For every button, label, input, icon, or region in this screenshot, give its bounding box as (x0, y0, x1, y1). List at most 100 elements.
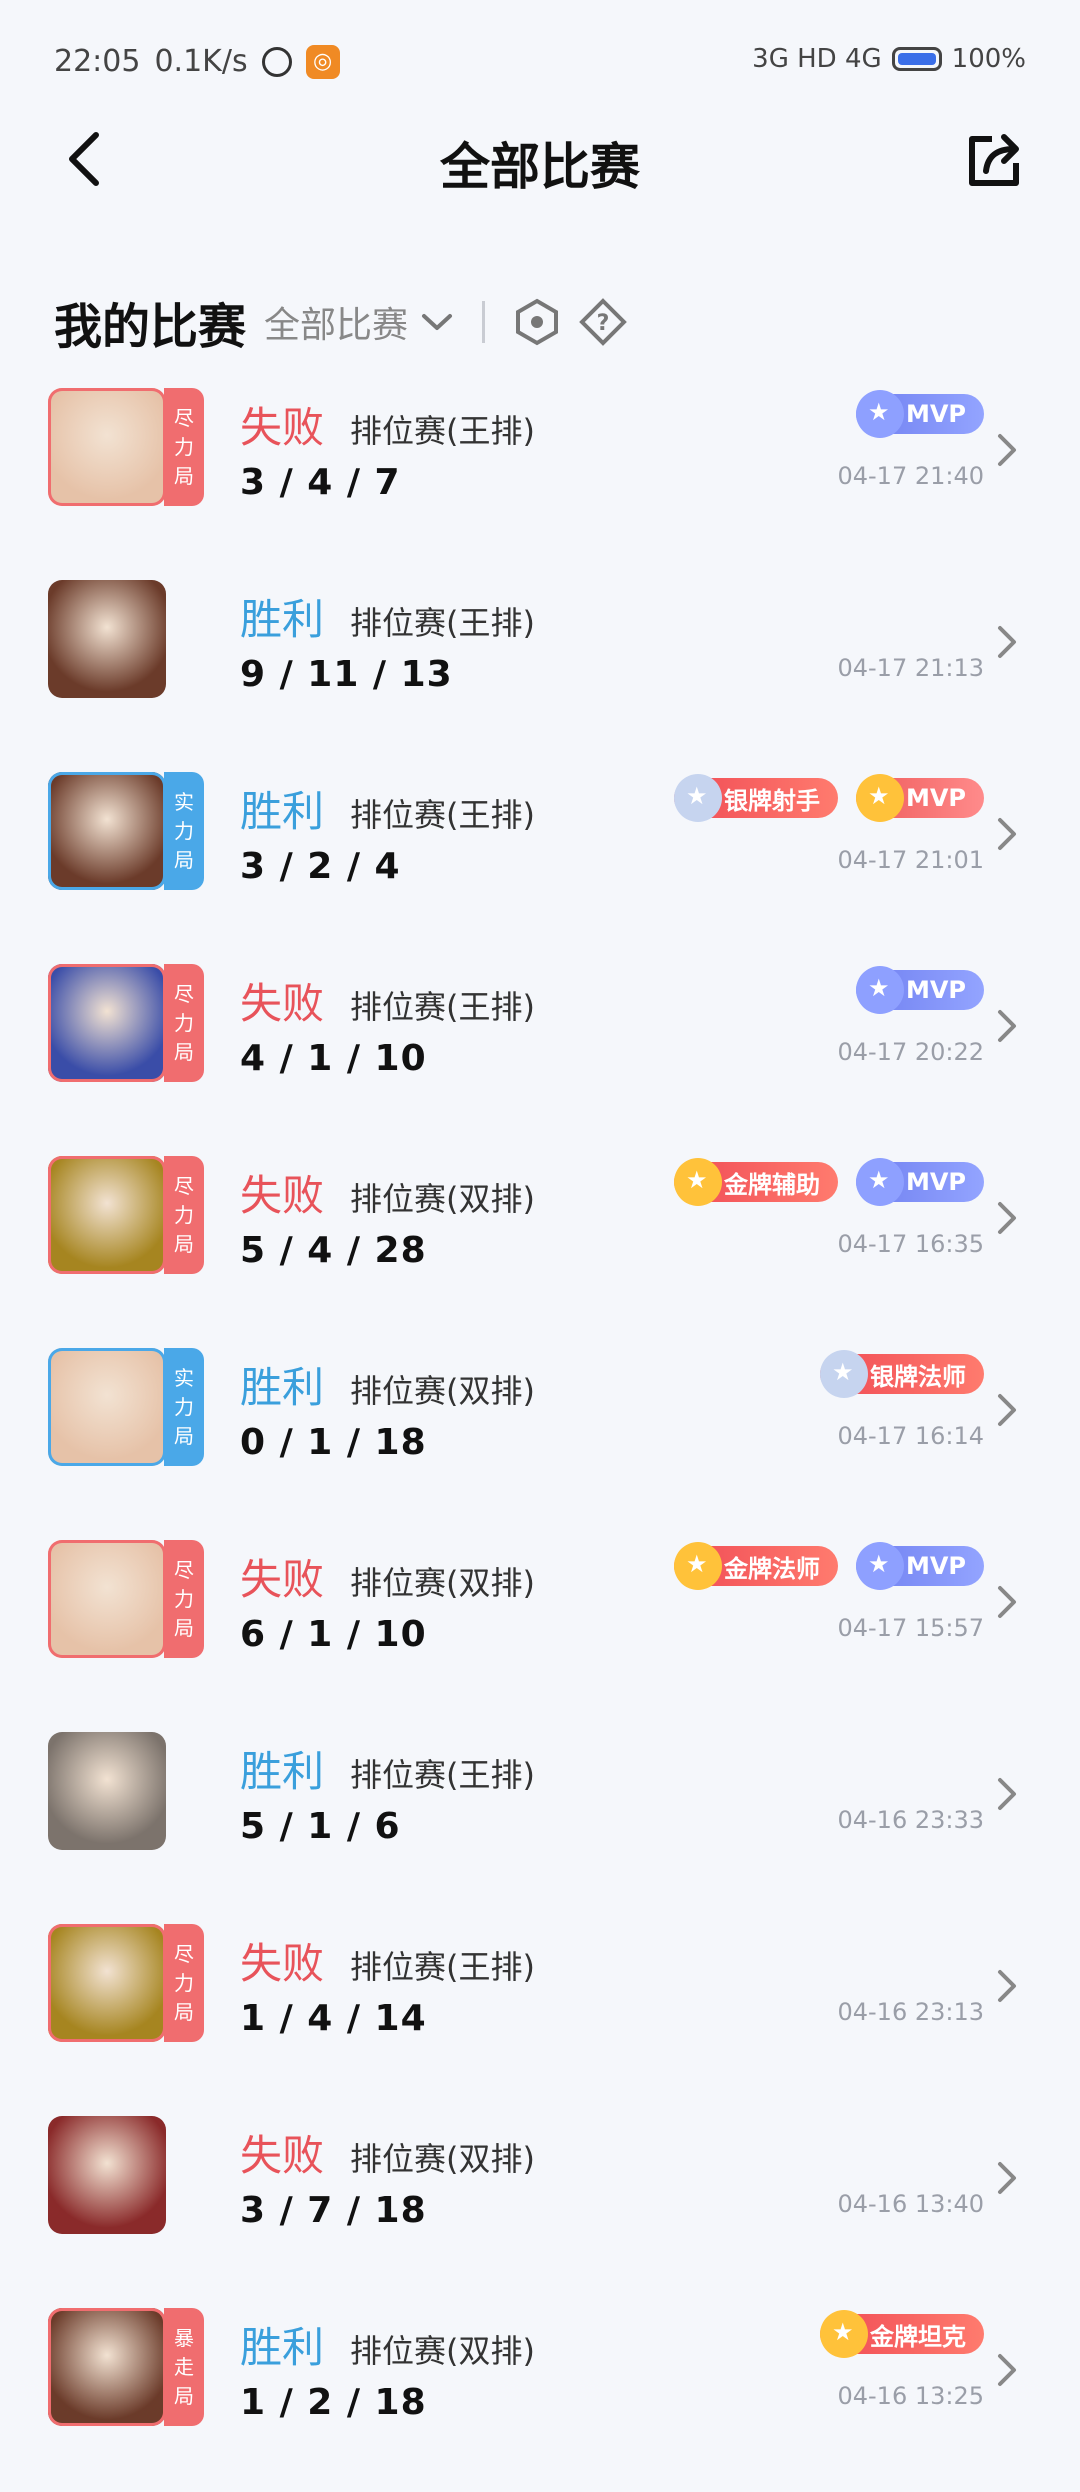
battery-icon (891, 47, 942, 71)
match-tag: 尽力局 (164, 1540, 204, 1658)
match-result: 失败 (240, 403, 325, 452)
match-tag-char: 局 (174, 463, 194, 488)
match-kda: 3 / 2 / 4 (240, 846, 401, 887)
badge-label: MVP (905, 400, 966, 428)
hexagon-icon[interactable] (513, 298, 561, 346)
chevron-right-icon (998, 626, 1016, 658)
filter-bar: 我的比赛 全部比赛 ? (54, 282, 627, 362)
chevron-right-icon (998, 2162, 1016, 2194)
medal-badge: ★ 金牌辅助 (673, 1158, 838, 1206)
match-mode: 排位赛(王排) (350, 796, 535, 834)
chevron-right-icon (998, 1778, 1016, 1810)
chevron-right-icon (998, 1010, 1016, 1042)
match-tag-char: 局 (174, 1231, 194, 1256)
match-mode: 排位赛(王排) (350, 604, 535, 642)
match-result: 失败 (240, 979, 325, 1028)
match-kda: 1 / 4 / 14 (240, 1998, 427, 2039)
match-kda: 3 / 7 / 18 (240, 2190, 427, 2231)
match-result: 胜利 (240, 1363, 325, 1412)
page-title: 全部比赛 (440, 138, 640, 196)
status-bar: 22:05 0.1K/s ◎ 3G HD 4G 100% (0, 0, 1080, 120)
match-result: 胜利 (240, 2323, 325, 2372)
chevron-right-icon (998, 818, 1016, 850)
match-time: 04-17 20:22 (837, 1038, 984, 1066)
match-tag-char: 力 (174, 1586, 194, 1611)
match-list: 尽力局失败 排位赛(王排) 3 / 4 / 7 ★ MVP 04-17 21:40 胜利 排位… (0, 380, 1080, 2492)
match-mode: 排位赛(双排) (350, 1564, 535, 1602)
badge-label: 银牌法师 (870, 1362, 966, 1391)
share-button[interactable] (962, 129, 1026, 193)
match-result: 胜利 (240, 787, 325, 836)
hero-avatar (48, 1540, 166, 1658)
match-tag-char: 暴 (174, 2325, 194, 2350)
filter-title: 我的比赛 (54, 299, 247, 355)
match-row[interactable]: 尽力局失败 排位赛(王排) 1 / 4 / 14 04-16 23:13 (0, 1916, 1080, 2108)
hero-avatar (48, 964, 166, 1082)
match-kda: 5 / 1 / 6 (240, 1806, 401, 1847)
match-row[interactable]: 实力局胜利 排位赛(双排) 0 / 1 / 18 ★ 银牌法师 04-17 16:14 (0, 1340, 1080, 1532)
match-mode: 排位赛(王排) (350, 1756, 535, 1794)
match-time: 04-17 15:57 (837, 1614, 984, 1642)
status-right: 3G HD 4G 100% (752, 44, 1026, 74)
status-left: 22:05 0.1K/s ◎ (54, 44, 340, 79)
badge-label: MVP (905, 1168, 966, 1196)
match-time: 04-17 21:40 (837, 462, 984, 490)
status-speed: 0.1K/s (154, 44, 248, 79)
match-tag-char: 尽 (174, 1941, 194, 1966)
match-kda: 3 / 4 / 7 (240, 462, 401, 503)
match-row[interactable]: 暴走局胜利 排位赛(双排) 1 / 2 / 18 ★ 金牌坦克 04-16 13:25 (0, 2300, 1080, 2492)
match-time: 04-16 13:25 (837, 2382, 984, 2410)
match-tag-char: 局 (174, 847, 194, 872)
match-row[interactable]: 尽力局失败 排位赛(双排) 6 / 1 / 10 ★ 金牌法师 ★ MVP 04-17 15:… (0, 1532, 1080, 1724)
help-diamond-icon[interactable]: ? (579, 298, 627, 346)
match-result: 失败 (240, 1939, 325, 1988)
star-icon: ★ (867, 1550, 890, 1578)
match-tag: 尽力局 (164, 1924, 204, 2042)
match-tag: 实力局 (164, 1348, 204, 1466)
match-row[interactable]: 失败 排位赛(双排) 3 / 7 / 18 04-16 13:40 (0, 2108, 1080, 2300)
star-icon: ★ (685, 1550, 708, 1578)
match-tag-char: 实 (174, 1365, 194, 1390)
match-row[interactable]: 尽力局失败 排位赛(双排) 5 / 4 / 28 ★ 金牌辅助 ★ MVP 04-17 16:… (0, 1148, 1080, 1340)
match-row[interactable]: 尽力局失败 排位赛(王排) 3 / 4 / 7 ★ MVP 04-17 21:40 (0, 380, 1080, 572)
match-row[interactable]: 胜利 排位赛(王排) 5 / 1 / 6 04-16 23:33 (0, 1724, 1080, 1916)
chevron-right-icon (998, 1970, 1016, 2002)
hero-avatar (48, 388, 166, 506)
dropdown-value: 全部比赛 (264, 305, 409, 346)
match-tag-char: 局 (174, 1039, 194, 1064)
match-time: 04-16 23:33 (837, 1806, 984, 1834)
star-icon: ★ (685, 1166, 708, 1194)
match-tag-char: 走 (174, 2354, 194, 2379)
badge-label: MVP (905, 1552, 966, 1580)
share-icon (969, 134, 1019, 186)
match-type-dropdown[interactable]: 全部比赛 (264, 296, 454, 348)
app-header: 全部比赛 (0, 115, 1080, 205)
match-tag-char: 力 (174, 434, 194, 459)
match-tag-char: 力 (174, 1010, 194, 1035)
match-row[interactable]: 实力局胜利 排位赛(王排) 3 / 2 / 4 ★ 银牌射手 ★ MVP 04-17 21:0… (0, 764, 1080, 956)
svg-text:?: ? (597, 311, 610, 336)
match-mode: 排位赛(双排) (350, 2140, 535, 2178)
star-icon: ★ (867, 974, 890, 1002)
match-row[interactable]: 尽力局失败 排位赛(王排) 4 / 1 / 10 ★ MVP 04-17 20:22 (0, 956, 1080, 1148)
match-tag: 尽力局 (164, 1156, 204, 1274)
network-indicator: 3G HD 4G (752, 44, 882, 74)
match-kda: 0 / 1 / 18 (240, 1422, 427, 1463)
match-tag-char: 力 (174, 818, 194, 843)
badge-group: ★ 金牌坦克 (820, 2310, 984, 2358)
badge-label: 银牌射手 (723, 786, 820, 815)
chevron-down-icon (422, 314, 453, 330)
badge-group: ★ 金牌辅助 ★ MVP (673, 1158, 984, 1206)
match-row[interactable]: 胜利 排位赛(王排) 9 / 11 / 13 04-17 21:13 (0, 572, 1080, 764)
match-result: 失败 (240, 2131, 325, 2180)
hero-avatar (48, 2308, 166, 2426)
match-kda: 6 / 1 / 10 (240, 1614, 427, 1655)
match-tag-char: 尽 (174, 405, 194, 430)
star-icon: ★ (867, 398, 890, 426)
match-time: 04-16 13:40 (837, 2190, 984, 2218)
star-icon: ★ (867, 1166, 890, 1194)
medal-badge: ★ 金牌法师 (673, 1542, 838, 1590)
match-tag-char: 力 (174, 1394, 194, 1419)
mvp-badge: ★ MVP (855, 1542, 984, 1590)
match-tag-char: 尽 (174, 981, 194, 1006)
